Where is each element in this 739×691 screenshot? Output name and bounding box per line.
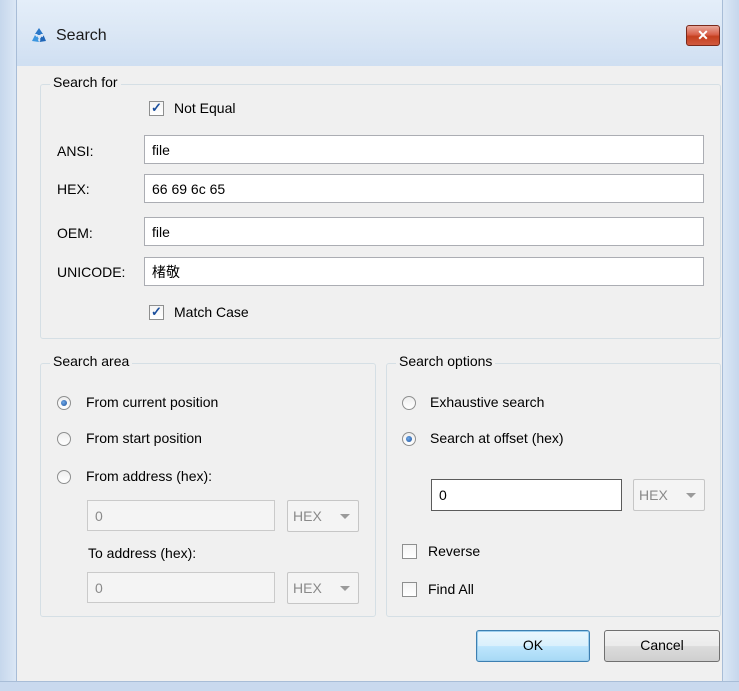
to-address-format-dropdown[interactable]: HEX xyxy=(287,572,359,604)
ansi-field[interactable] xyxy=(144,135,704,164)
not-equal-label[interactable]: Not Equal xyxy=(174,100,235,116)
window-left-border xyxy=(0,0,17,691)
search-options-legend: Search options xyxy=(396,353,496,369)
window-right-border xyxy=(722,0,739,691)
to-address-label: To address (hex): xyxy=(88,545,197,561)
window-bottom-border xyxy=(0,681,739,691)
find-all-label[interactable]: Find All xyxy=(428,581,474,597)
from-current-position-label[interactable]: From current position xyxy=(86,394,218,410)
unicode-label: UNICODE: xyxy=(57,264,126,280)
close-button[interactable]: ✕ xyxy=(686,25,720,46)
from-start-position-radio[interactable] xyxy=(57,432,71,446)
chevron-down-icon xyxy=(340,586,350,591)
not-equal-checkbox[interactable] xyxy=(149,100,164,116)
chevron-down-icon xyxy=(686,493,696,498)
unicode-field[interactable] xyxy=(144,257,704,286)
from-address-format-dropdown[interactable]: HEX xyxy=(287,500,359,532)
offset-field[interactable] xyxy=(431,479,622,511)
offset-format-dropdown[interactable]: HEX xyxy=(633,479,705,511)
exhaustive-search-radio[interactable] xyxy=(402,396,416,410)
search-for-legend: Search for xyxy=(50,74,121,90)
to-address-field[interactable] xyxy=(87,572,275,603)
ok-button[interactable]: OK xyxy=(476,630,590,662)
title-bar[interactable] xyxy=(17,0,722,66)
ansi-label: ANSI: xyxy=(57,143,94,159)
offset-format-value: HEX xyxy=(639,487,668,503)
reverse-label[interactable]: Reverse xyxy=(428,543,480,559)
oem-field[interactable] xyxy=(144,217,704,246)
window-title: Search xyxy=(56,27,107,44)
from-address-radio[interactable] xyxy=(57,470,71,484)
find-all-checkbox[interactable] xyxy=(402,582,417,597)
from-address-format-value: HEX xyxy=(293,508,322,524)
search-for-group xyxy=(40,84,721,339)
exhaustive-search-label[interactable]: Exhaustive search xyxy=(430,394,544,410)
match-case-checkbox[interactable] xyxy=(149,304,164,320)
oem-label: OEM: xyxy=(57,225,93,241)
match-case-label[interactable]: Match Case xyxy=(174,304,249,320)
from-start-position-label[interactable]: From start position xyxy=(86,430,202,446)
to-address-format-value: HEX xyxy=(293,580,322,596)
search-area-legend: Search area xyxy=(50,353,133,369)
recycle-arrows-icon xyxy=(29,26,49,46)
hex-field[interactable] xyxy=(144,174,704,203)
reverse-checkbox[interactable] xyxy=(402,544,417,559)
cancel-button[interactable]: Cancel xyxy=(604,630,720,662)
search-at-offset-radio[interactable] xyxy=(402,432,416,446)
from-current-position-radio[interactable] xyxy=(57,396,71,410)
search-at-offset-label[interactable]: Search at offset (hex) xyxy=(430,430,564,446)
from-address-field[interactable] xyxy=(87,500,275,531)
chevron-down-icon xyxy=(340,514,350,519)
from-address-label[interactable]: From address (hex): xyxy=(86,468,212,484)
hex-label: HEX: xyxy=(57,181,90,197)
